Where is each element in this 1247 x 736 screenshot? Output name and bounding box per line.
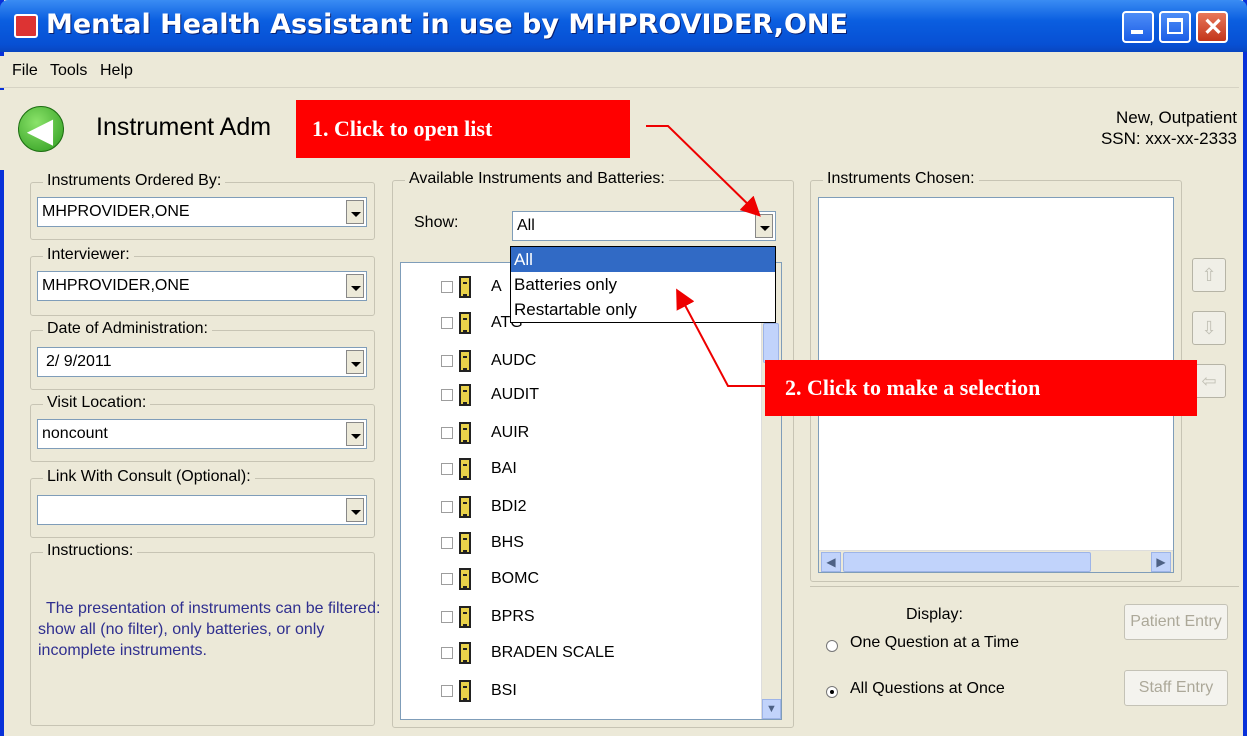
arrow-open-list (646, 125, 761, 217)
annotation-arrows (646, 125, 765, 387)
arrow-make-selection (676, 288, 765, 387)
